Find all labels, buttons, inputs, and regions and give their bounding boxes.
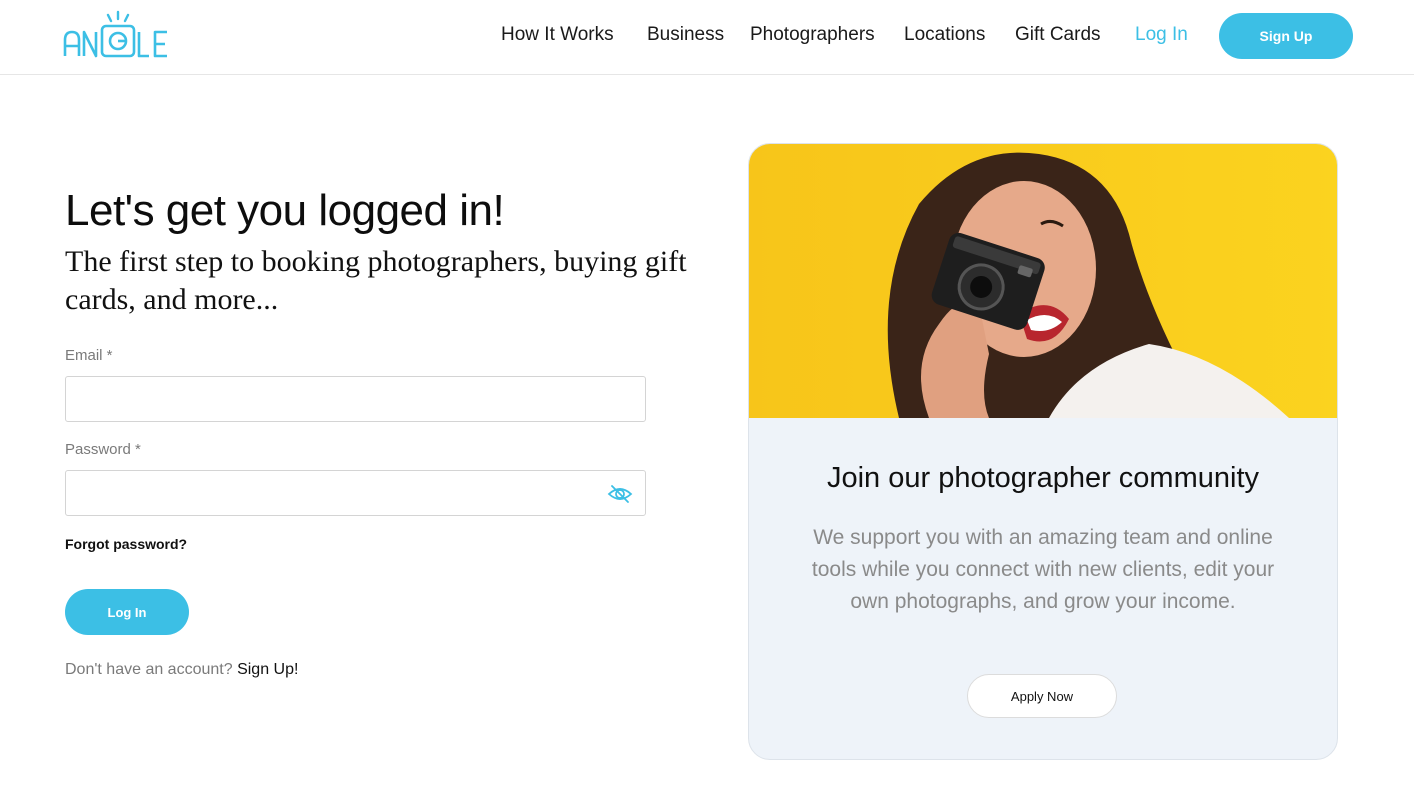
password-field-wrapper xyxy=(65,470,646,516)
card-description: We support you with an amazing team and … xyxy=(811,526,1275,613)
woman-with-camera-photo xyxy=(749,144,1337,419)
eye-slash-icon[interactable] xyxy=(607,483,633,505)
nav-how-it-works[interactable]: How It Works xyxy=(501,24,614,46)
email-label: Email * xyxy=(65,347,113,364)
nav-business[interactable]: Business xyxy=(647,24,724,46)
nav-locations[interactable]: Locations xyxy=(904,24,985,46)
site-header: How It Works Business Photographers Loca… xyxy=(0,0,1414,75)
password-label: Password * xyxy=(65,441,141,458)
login-submit-button[interactable]: Log In xyxy=(65,589,189,635)
angle-logo[interactable] xyxy=(63,10,173,62)
header-signup-button[interactable]: Sign Up xyxy=(1219,13,1353,59)
email-field[interactable] xyxy=(66,377,610,421)
email-field-wrapper xyxy=(65,376,646,422)
password-field[interactable] xyxy=(66,471,610,515)
nav-photographers[interactable]: Photographers xyxy=(750,24,875,46)
signup-prompt: Don't have an account? Sign Up! xyxy=(65,661,298,679)
apply-now-button[interactable]: Apply Now xyxy=(967,674,1117,718)
page-title: Let's get you logged in! xyxy=(65,186,505,235)
signup-link[interactable]: Sign Up! xyxy=(237,661,298,678)
card-title: Join our photographer community xyxy=(826,462,1259,494)
photographer-community-card: Join our photographer community We suppo… xyxy=(748,143,1338,760)
nav-log-in[interactable]: Log In xyxy=(1135,24,1188,46)
angle-logo-icon xyxy=(63,10,167,58)
nav-gift-cards[interactable]: Gift Cards xyxy=(1015,24,1101,46)
page-subtitle: The first step to booking photographers,… xyxy=(65,245,687,316)
signup-prompt-text: Don't have an account? xyxy=(65,661,233,678)
forgot-password-link[interactable]: Forgot password? xyxy=(65,536,187,552)
